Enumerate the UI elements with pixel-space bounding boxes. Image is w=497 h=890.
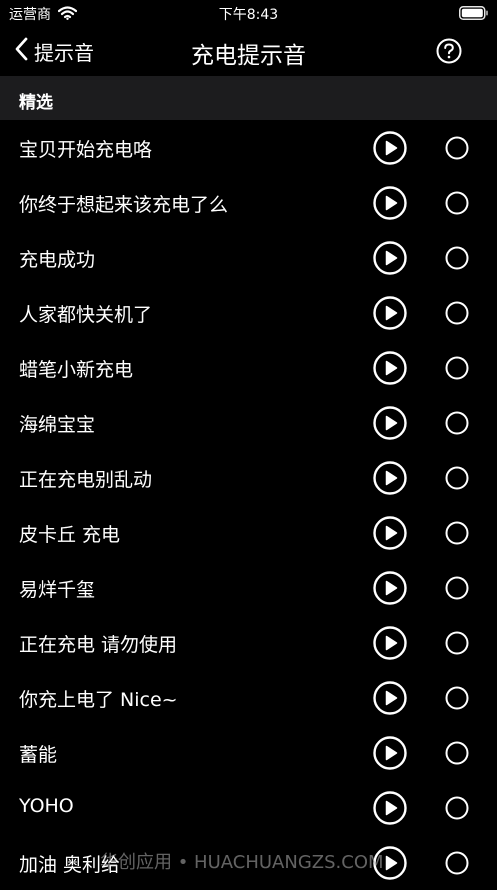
- list-item[interactable]: 正在充电别乱动: [0, 450, 497, 505]
- list-item-label: 人家都快关机了: [19, 304, 153, 326]
- radio-empty-icon[interactable]: [445, 686, 469, 710]
- section-title: 精选: [19, 93, 53, 113]
- play-circle-icon[interactable]: [373, 626, 407, 660]
- list-item[interactable]: 充电成功: [0, 230, 497, 285]
- play-circle-icon[interactable]: [373, 131, 407, 165]
- help-button[interactable]: [436, 38, 462, 68]
- list-item[interactable]: 人家都快关机了: [0, 285, 497, 340]
- play-circle-icon[interactable]: [373, 571, 407, 605]
- radio-empty-icon[interactable]: [445, 356, 469, 380]
- play-circle-icon[interactable]: [373, 406, 407, 440]
- list-item[interactable]: 你充上电了 Nice~: [0, 670, 497, 725]
- radio-empty-icon[interactable]: [445, 246, 469, 270]
- play-circle-icon[interactable]: [373, 791, 407, 825]
- radio-empty-icon[interactable]: [445, 851, 469, 875]
- radio-empty-icon[interactable]: [445, 796, 469, 820]
- list-item[interactable]: 正在充电 请勿使用: [0, 615, 497, 670]
- list-item-label: 蓄能: [19, 744, 58, 766]
- navigation-bar: 提示音 充电提示音: [0, 26, 497, 76]
- list-item-label: 加油 奥利给: [19, 854, 121, 876]
- list-item[interactable]: 你终于想起来该充电了么: [0, 175, 497, 230]
- section-header: 精选: [0, 76, 497, 120]
- radio-empty-icon[interactable]: [445, 191, 469, 215]
- list-item-label: 海绵宝宝: [19, 414, 96, 436]
- list-item-label: 你终于想起来该充电了么: [19, 194, 229, 216]
- play-circle-icon[interactable]: [373, 461, 407, 495]
- radio-empty-icon[interactable]: [445, 301, 469, 325]
- play-circle-icon[interactable]: [373, 736, 407, 770]
- status-bar: 运营商 下午8:43: [0, 0, 497, 26]
- sound-list: 宝贝开始充电咯你终于想起来该充电了么 充电成功人家都快关机了 蜡笔小新充电 海绵宝宝正…: [0, 120, 497, 890]
- list-item[interactable]: 蜡笔小新充电: [0, 340, 497, 395]
- play-circle-icon[interactable]: [373, 186, 407, 220]
- list-item[interactable]: 海绵宝宝: [0, 395, 497, 450]
- radio-empty-icon[interactable]: [445, 466, 469, 490]
- play-circle-icon[interactable]: [373, 296, 407, 330]
- page-title: 充电提示音: [191, 43, 306, 69]
- list-item[interactable]: 宝贝开始充电咯: [0, 120, 497, 175]
- play-circle-icon[interactable]: [373, 681, 407, 715]
- list-item[interactable]: 加油 奥利给: [0, 835, 497, 890]
- list-item[interactable]: YOHO: [0, 780, 497, 835]
- list-item-label: 正在充电别乱动: [19, 469, 153, 491]
- list-item-label: 充电成功: [19, 249, 96, 271]
- clock: 下午8:43: [218, 7, 279, 23]
- list-item-label: 皮卡丘 充电: [19, 524, 121, 546]
- list-item-label: 你充上电了 Nice~: [19, 689, 178, 711]
- play-circle-icon[interactable]: [373, 351, 407, 385]
- radio-empty-icon[interactable]: [445, 521, 469, 545]
- play-circle-icon[interactable]: [373, 846, 407, 880]
- radio-empty-icon[interactable]: [445, 576, 469, 600]
- list-item-label: 易烊千玺: [19, 579, 96, 601]
- play-circle-icon[interactable]: [373, 516, 407, 550]
- list-item[interactable]: 易烊千玺: [0, 560, 497, 615]
- question-circle-icon: [436, 38, 462, 68]
- list-item[interactable]: 皮卡丘 充电: [0, 505, 497, 560]
- radio-empty-icon[interactable]: [445, 631, 469, 655]
- radio-empty-icon[interactable]: [445, 136, 469, 160]
- play-circle-icon[interactable]: [373, 241, 407, 275]
- list-item[interactable]: 蓄能: [0, 725, 497, 780]
- battery-icon: [459, 5, 489, 24]
- list-item-label: YOHO: [19, 795, 74, 817]
- list-item-label: 宝贝开始充电咯: [19, 139, 153, 161]
- list-item-label: 正在充电 请勿使用: [19, 634, 178, 656]
- radio-empty-icon[interactable]: [445, 741, 469, 765]
- radio-empty-icon[interactable]: [445, 411, 469, 435]
- list-item-label: 蜡笔小新充电: [19, 359, 134, 381]
